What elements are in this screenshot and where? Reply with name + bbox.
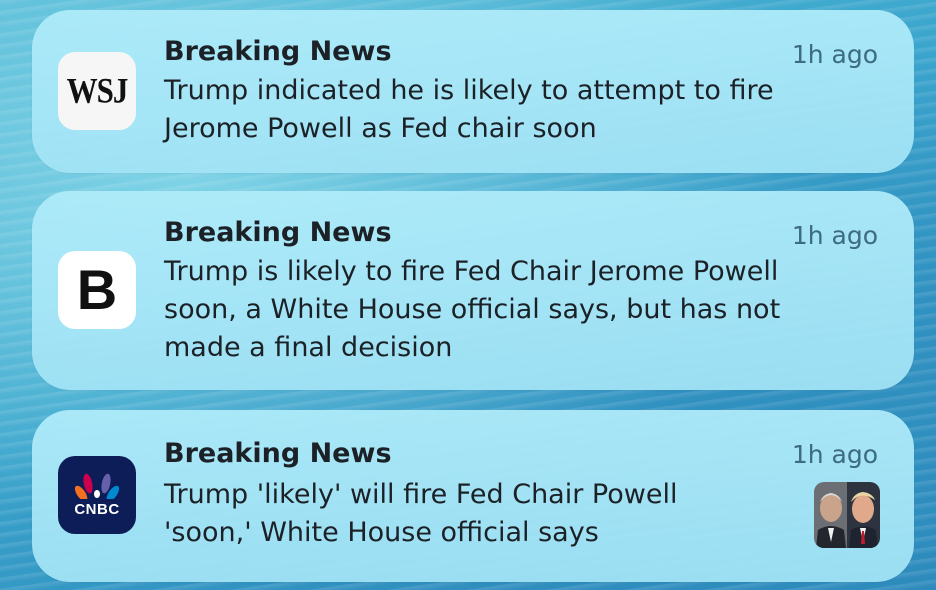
notification-time: 1h ago [791,440,878,469]
bloomberg-logo-icon: B [58,251,136,329]
notification-title: Breaking News [164,217,392,248]
notification-body: Trump is likely to fire Fed Chair Jerome… [164,253,780,367]
notification-body-line: 'soon,' White House official says [164,517,599,548]
notification-body-line: Trump 'likely' will fire Fed Chair Powel… [164,479,678,510]
cnbc-logo-text: CNBC [74,500,120,518]
notification-body: Trump indicated he is likely to attempt … [164,72,774,148]
notification-time: 1h ago [791,40,878,69]
powell-trump-photo-thumbnail [814,482,880,548]
notification-wsj[interactable]: WSJ Breaking News 1h ago Trump indicated… [32,10,914,173]
cnbc-peacock-logo-icon: CNBC [58,456,136,534]
peacock-icon [74,473,120,499]
notification-title: Breaking News [164,36,392,67]
notification-body-line: Trump indicated he is likely to attempt … [164,75,774,106]
notification-cnbc[interactable]: CNBC Breaking News 1h ago Trump 'likely'… [32,410,914,582]
bloomberg-logo-text: B [76,258,118,321]
notification-body: Trump 'likely' will fire Fed Chair Powel… [164,476,677,552]
wsj-logo-icon: WSJ [58,52,136,130]
notification-title: Breaking News [164,438,392,469]
notification-body-line: made a final decision [164,332,453,363]
notification-body-line: soon, a White House official says, but h… [164,294,781,325]
notification-body-line: Trump is likely to fire Fed Chair Jerome… [164,256,779,287]
notification-bloomberg[interactable]: B Breaking News 1h ago Trump is likely t… [32,191,914,390]
wsj-logo-text: WSJ [66,70,129,111]
notification-time: 1h ago [791,221,878,250]
notification-body-line: Jerome Powell as Fed chair soon [164,113,597,144]
